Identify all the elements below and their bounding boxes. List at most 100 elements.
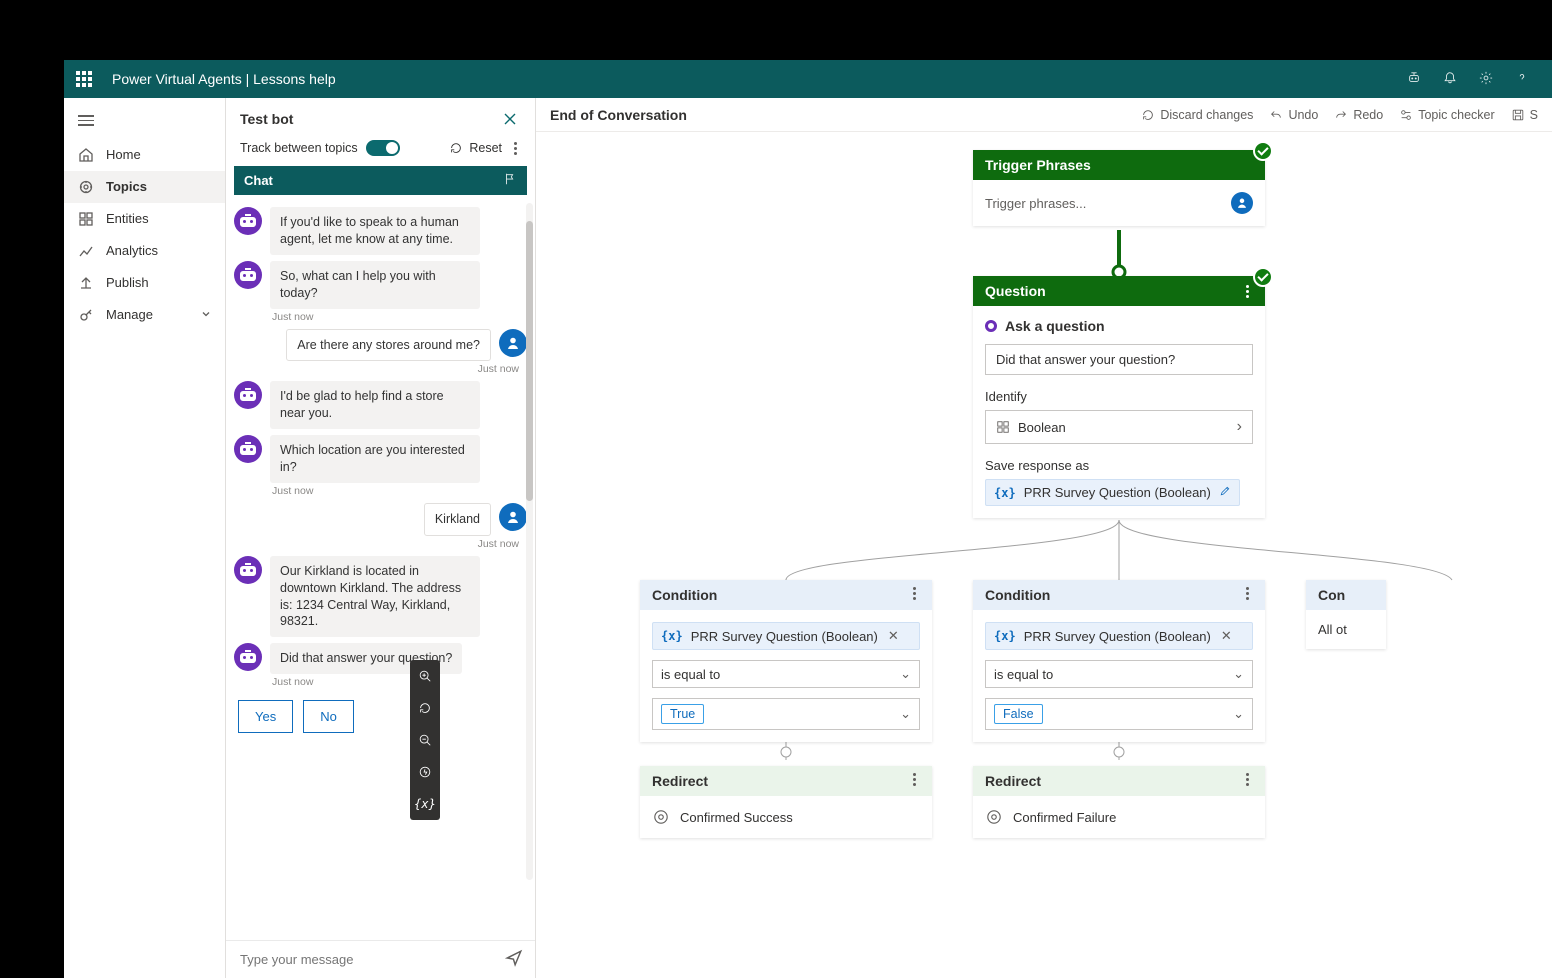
bot-avatar-icon bbox=[234, 207, 262, 235]
track-topics-label: Track between topics bbox=[240, 141, 358, 155]
condition-node-other[interactable]: Con All ot bbox=[1306, 580, 1386, 649]
bot-message: So, what can I help you with today? bbox=[270, 261, 480, 309]
nav-publish[interactable]: Publish bbox=[64, 267, 225, 299]
zoom-out-icon[interactable] bbox=[417, 732, 433, 748]
reset-button[interactable]: Reset bbox=[449, 141, 502, 155]
variable-chip[interactable]: {x} PRR Survey Question (Boolean) bbox=[985, 479, 1240, 506]
flag-icon[interactable] bbox=[503, 172, 517, 189]
save-response-label: Save response as bbox=[985, 458, 1253, 473]
zoom-in-icon[interactable] bbox=[417, 668, 433, 684]
identify-select[interactable]: Boolean › bbox=[985, 410, 1253, 444]
choice-no-button[interactable]: No bbox=[303, 700, 354, 733]
zoom-reset-icon[interactable] bbox=[417, 700, 433, 716]
identify-label: Identify bbox=[985, 389, 1253, 404]
timestamp: Just now bbox=[234, 363, 519, 375]
variable-icon: {x} bbox=[994, 486, 1016, 500]
authoring-canvas[interactable]: End of Conversation Discard changes Undo… bbox=[536, 98, 1552, 978]
app-title: Power Virtual Agents | Lessons help bbox=[112, 71, 1396, 87]
nav-manage[interactable]: Manage bbox=[64, 299, 225, 331]
timestamp: Just now bbox=[272, 311, 527, 323]
condition-node-false[interactable]: Condition {x} PRR Survey Question (Boole… bbox=[973, 580, 1265, 742]
redirect-target: Confirmed Success bbox=[680, 810, 793, 825]
user-avatar-icon bbox=[499, 503, 527, 531]
bot-message: I'd be glad to help find a store near yo… bbox=[270, 381, 480, 429]
bell-icon[interactable] bbox=[1432, 71, 1468, 88]
clear-icon[interactable]: ✕ bbox=[886, 628, 901, 644]
save-button[interactable]: S bbox=[1511, 108, 1538, 122]
chevron-down-icon: ⌄ bbox=[1233, 706, 1244, 722]
topic-icon bbox=[652, 808, 670, 826]
app-launcher-icon[interactable] bbox=[76, 71, 94, 87]
topic-icon bbox=[985, 808, 1003, 826]
nav-topics[interactable]: Topics bbox=[64, 171, 225, 203]
timestamp: Just now bbox=[272, 676, 527, 688]
send-icon[interactable] bbox=[505, 949, 523, 970]
bot-message: If you'd like to speak to a human agent,… bbox=[270, 207, 480, 255]
operator-select[interactable]: is equal to⌄ bbox=[985, 660, 1253, 688]
bot-icon[interactable] bbox=[1396, 71, 1432, 88]
undo-button[interactable]: Undo bbox=[1269, 108, 1318, 122]
topic-title: End of Conversation bbox=[550, 107, 687, 123]
redirect-target: Confirmed Failure bbox=[1013, 810, 1116, 825]
redirect-node-success[interactable]: Redirect Confirmed Success bbox=[640, 766, 932, 838]
bot-message: Which location are you interested in? bbox=[270, 435, 480, 483]
variable-chip[interactable]: {x} PRR Survey Question (Boolean) ✕ bbox=[985, 622, 1253, 650]
variable-icon: {x} bbox=[661, 629, 683, 643]
more-icon[interactable] bbox=[909, 587, 920, 603]
value-select[interactable]: False⌄ bbox=[985, 698, 1253, 730]
nav-label: Publish bbox=[106, 275, 149, 290]
nav-entities[interactable]: Entities bbox=[64, 203, 225, 235]
redo-button[interactable]: Redo bbox=[1334, 108, 1383, 122]
help-icon[interactable] bbox=[1504, 71, 1540, 88]
question-node[interactable]: Question Ask a question Did that answer … bbox=[973, 276, 1265, 518]
timestamp: Just now bbox=[272, 485, 527, 497]
chevron-right-icon: › bbox=[1237, 418, 1242, 436]
gear-icon[interactable] bbox=[1468, 71, 1504, 88]
more-icon[interactable] bbox=[1242, 773, 1253, 789]
user-icon bbox=[1231, 192, 1253, 214]
nav-label: Manage bbox=[106, 307, 153, 322]
trigger-placeholder: Trigger phrases... bbox=[985, 196, 1231, 211]
variable-icon: {x} bbox=[994, 629, 1016, 643]
chat-tab-header: Chat bbox=[234, 166, 527, 195]
operator-select[interactable]: is equal to⌄ bbox=[652, 660, 920, 688]
value-select[interactable]: True⌄ bbox=[652, 698, 920, 730]
chevron-down-icon: ⌄ bbox=[900, 706, 911, 722]
variables-icon[interactable]: {x} bbox=[417, 796, 433, 812]
trigger-phrases-node[interactable]: Trigger Phrases Trigger phrases... bbox=[973, 150, 1265, 226]
close-icon[interactable] bbox=[499, 108, 521, 130]
clear-icon[interactable]: ✕ bbox=[1219, 628, 1234, 644]
timestamp: Just now bbox=[234, 538, 519, 550]
chat-transcript[interactable]: If you'd like to speak to a human agent,… bbox=[226, 195, 535, 940]
nav-analytics[interactable]: Analytics bbox=[64, 235, 225, 267]
bot-message: Our Kirkland is located in downtown Kirk… bbox=[270, 556, 480, 638]
track-topics-toggle[interactable] bbox=[366, 140, 400, 156]
nav-label: Analytics bbox=[106, 243, 158, 258]
condition-text: All ot bbox=[1318, 622, 1374, 637]
scrollbar[interactable] bbox=[526, 203, 533, 880]
more-icon[interactable] bbox=[909, 773, 920, 789]
minimap-icon[interactable] bbox=[417, 764, 433, 780]
choice-yes-button[interactable]: Yes bbox=[238, 700, 293, 733]
discard-button[interactable]: Discard changes bbox=[1141, 108, 1253, 122]
bot-avatar-icon bbox=[234, 381, 262, 409]
more-icon[interactable] bbox=[510, 142, 521, 155]
topic-checker-button[interactable]: Topic checker bbox=[1399, 108, 1494, 122]
edit-icon[interactable] bbox=[1219, 485, 1231, 500]
chevron-down-icon bbox=[201, 307, 211, 322]
redirect-node-failure[interactable]: Redirect Confirmed Failure bbox=[973, 766, 1265, 838]
more-icon[interactable] bbox=[1242, 587, 1253, 603]
user-avatar-icon bbox=[499, 329, 527, 357]
bot-avatar-icon bbox=[234, 261, 262, 289]
side-nav: Home Topics Entities Analytics bbox=[64, 98, 226, 978]
collapse-nav-button[interactable] bbox=[64, 106, 225, 139]
nav-label: Topics bbox=[106, 179, 147, 194]
bot-avatar-icon bbox=[234, 435, 262, 463]
condition-node-true[interactable]: Condition {x} PRR Survey Question (Boole… bbox=[640, 580, 932, 742]
variable-chip[interactable]: {x} PRR Survey Question (Boolean) ✕ bbox=[652, 622, 920, 650]
chevron-down-icon: ⌄ bbox=[1233, 666, 1244, 682]
message-input[interactable] bbox=[238, 951, 505, 968]
more-icon[interactable] bbox=[1242, 285, 1253, 298]
question-prompt-field[interactable]: Did that answer your question? bbox=[985, 344, 1253, 375]
nav-home[interactable]: Home bbox=[64, 139, 225, 171]
